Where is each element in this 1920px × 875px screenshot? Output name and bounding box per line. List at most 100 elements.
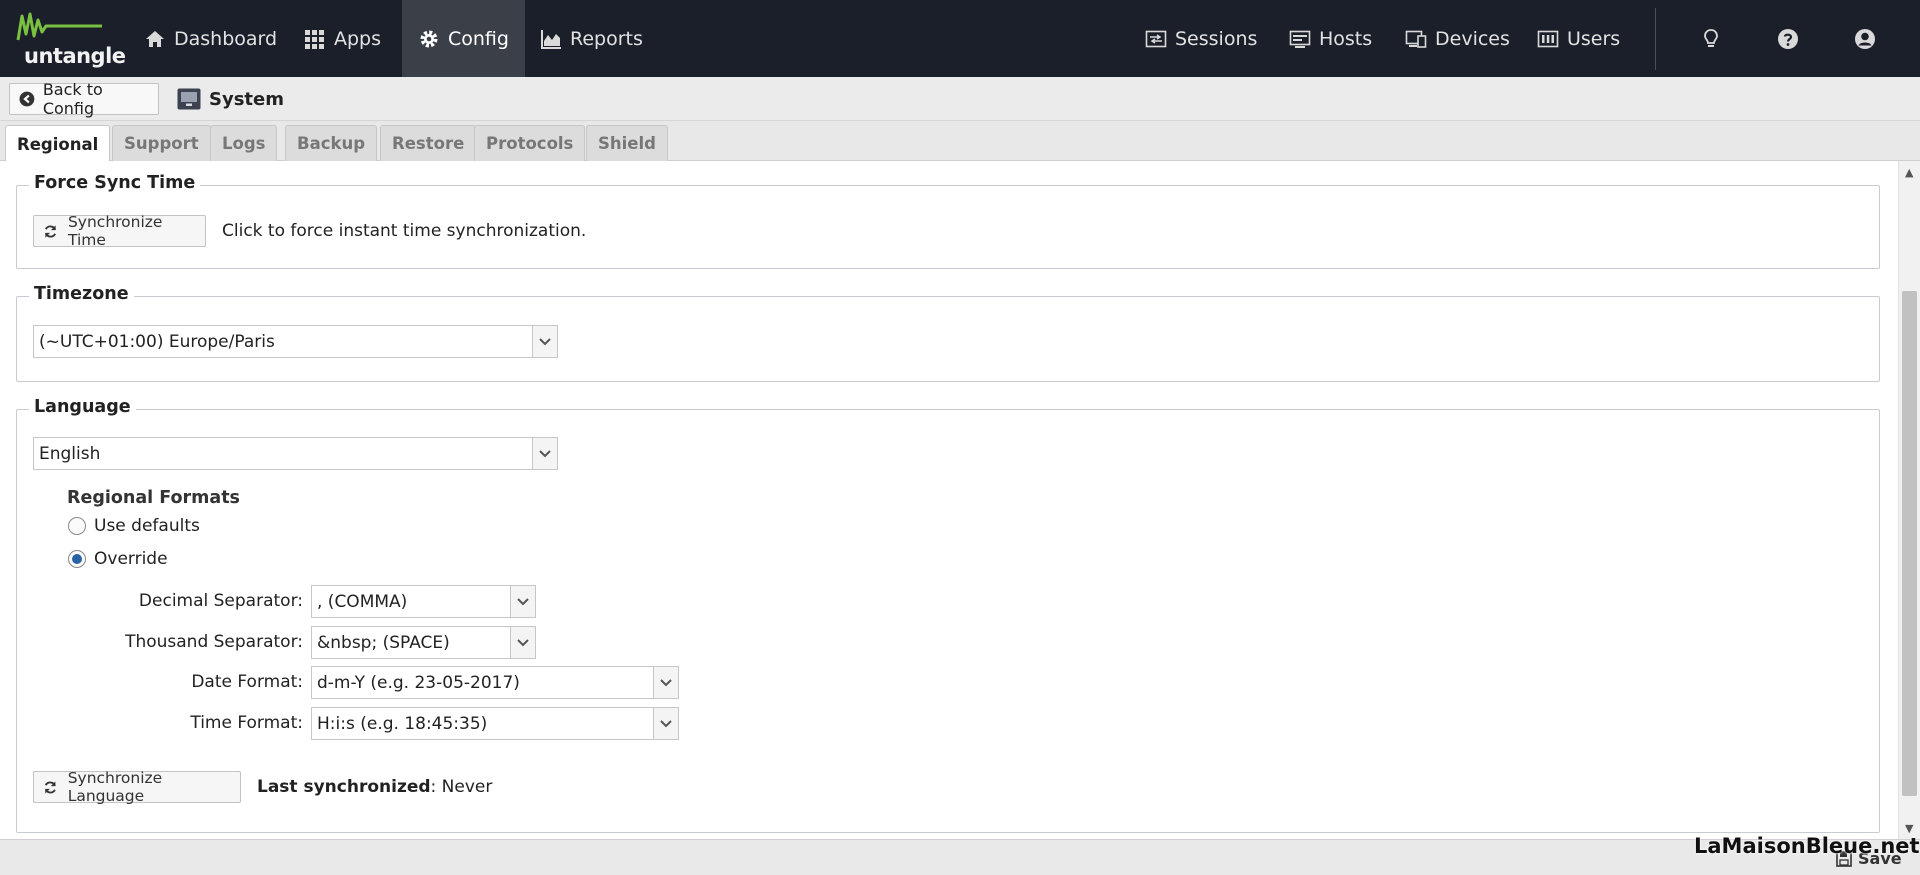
home-icon xyxy=(146,30,164,47)
back-to-config-label: Back to Config xyxy=(42,80,103,118)
last-synchronized-status: Last synchronized: Never xyxy=(257,777,492,797)
page-title-group: System xyxy=(177,86,284,112)
regional-settings-panel: Force Sync Time Synchronize Time Click t… xyxy=(0,161,1898,839)
language-section: Language English Regional Formats Use de… xyxy=(16,397,1880,833)
nav-dashboard[interactable]: Dashboard xyxy=(142,0,279,77)
chevron-down-icon[interactable] xyxy=(532,438,557,469)
force-sync-time-legend: Force Sync Time xyxy=(29,173,201,193)
language-select[interactable]: English xyxy=(33,437,558,470)
top-navigation-bar: untangle Dashboard Apps Config Reports S… xyxy=(0,0,1920,77)
nav-reports-label: Reports xyxy=(570,27,643,50)
scroll-up-arrow-icon[interactable]: ▲ xyxy=(1905,166,1913,179)
synchronize-time-label: Synchronize Time xyxy=(67,213,163,249)
nav-divider xyxy=(1655,8,1656,70)
nav-dashboard-label: Dashboard xyxy=(174,27,278,50)
decimal-separator-value: , (COMMA) xyxy=(317,591,408,612)
nav-apps[interactable]: Apps xyxy=(304,0,381,77)
nav-hosts[interactable]: Hosts xyxy=(1289,0,1372,77)
language-value: English xyxy=(39,443,101,464)
refresh-icon xyxy=(44,224,57,238)
time-format-label: Time Format: xyxy=(190,713,303,733)
nav-reports[interactable]: Reports xyxy=(540,0,643,77)
regional-formats-title: Regional Formats xyxy=(67,488,240,508)
nav-config-label: Config xyxy=(448,27,509,50)
tab-protocols[interactable]: Protocols xyxy=(474,125,586,161)
synchronize-language-label: Synchronize Language xyxy=(67,769,163,805)
tab-support[interactable]: Support xyxy=(112,125,211,161)
timezone-legend: Timezone xyxy=(29,284,134,304)
refresh-icon xyxy=(44,781,56,793)
watermark-text: LaMaisonBleue.net xyxy=(1694,834,1920,858)
synchronize-time-button[interactable]: Synchronize Time xyxy=(33,213,206,249)
tips-button[interactable] xyxy=(1700,0,1722,77)
scrollbar-thumb[interactable] xyxy=(1902,291,1917,796)
nav-sessions-label: Sessions xyxy=(1175,27,1258,50)
timezone-section: Timezone (~UTC+01:00) Europe/Paris xyxy=(16,284,1880,382)
account-button[interactable] xyxy=(1854,0,1876,77)
content-scrollbar[interactable]: ▲ ▼ xyxy=(1898,161,1920,839)
thousand-separator-value: &nbsp; (SPACE) xyxy=(317,632,450,653)
thousand-separator-label: Thousand Separator: xyxy=(125,632,303,652)
chevron-down-icon[interactable] xyxy=(653,708,678,739)
chevron-down-icon[interactable] xyxy=(532,326,557,357)
nav-devices-label: Devices xyxy=(1435,27,1510,50)
last-synchronized-value: : Never xyxy=(430,777,493,797)
help-icon xyxy=(1778,28,1798,49)
tab-restore[interactable]: Restore xyxy=(380,125,477,161)
lightbulb-icon xyxy=(1704,28,1718,47)
timezone-select[interactable]: (~UTC+01:00) Europe/Paris xyxy=(33,325,558,358)
account-icon xyxy=(1855,28,1875,49)
area-chart-icon xyxy=(541,29,561,49)
chevron-down-icon[interactable] xyxy=(510,627,535,658)
logo-text: untangle xyxy=(24,44,126,68)
force-sync-time-section: Force Sync Time Synchronize Time Click t… xyxy=(16,173,1880,269)
override-radio[interactable]: Override xyxy=(68,549,168,569)
decimal-separator-select[interactable]: , (COMMA) xyxy=(311,585,536,618)
date-format-select[interactable]: d-m-Y (e.g. 23-05-2017) xyxy=(311,666,679,699)
nav-sessions[interactable]: Sessions xyxy=(1145,0,1257,77)
chevron-down-icon[interactable] xyxy=(510,586,535,617)
nav-users[interactable]: Users xyxy=(1537,0,1620,77)
nav-devices[interactable]: Devices xyxy=(1405,0,1510,77)
language-legend: Language xyxy=(29,397,136,417)
force-sync-description: Click to force instant time synchronizat… xyxy=(222,221,587,241)
use-defaults-radio[interactable]: Use defaults xyxy=(68,516,200,536)
override-label: Override xyxy=(94,549,168,569)
time-format-value: H:i:s (e.g. 18:45:35) xyxy=(317,713,488,734)
decimal-separator-label: Decimal Separator: xyxy=(138,591,303,611)
apps-grid-icon xyxy=(305,29,324,49)
synchronize-language-button[interactable]: Synchronize Language xyxy=(33,769,241,805)
system-monitor-icon xyxy=(177,88,201,110)
back-to-config-button[interactable]: Back to Config xyxy=(9,80,159,118)
last-synchronized-label: Last synchronized xyxy=(257,777,431,797)
help-button[interactable] xyxy=(1777,0,1799,77)
radio-unchecked-icon[interactable] xyxy=(68,517,86,535)
use-defaults-label: Use defaults xyxy=(94,516,200,536)
date-format-value: d-m-Y (e.g. 23-05-2017) xyxy=(317,672,520,693)
hosts-icon xyxy=(1289,30,1311,48)
nav-users-label: Users xyxy=(1567,27,1621,50)
date-format-label: Date Format: xyxy=(191,672,303,692)
time-format-select[interactable]: H:i:s (e.g. 18:45:35) xyxy=(311,707,679,740)
arrow-left-circle-icon xyxy=(19,91,35,107)
tab-logs[interactable]: Logs xyxy=(210,125,278,161)
bottom-toolbar: Save xyxy=(0,839,1920,875)
timezone-value: (~UTC+01:00) Europe/Paris xyxy=(39,331,275,352)
nav-config[interactable]: Config xyxy=(402,0,525,77)
sessions-icon xyxy=(1145,30,1167,47)
tab-bar: Regional Support Logs Backup Restore Pro… xyxy=(0,121,1920,162)
radio-checked-icon[interactable] xyxy=(68,550,86,568)
nav-apps-label: Apps xyxy=(334,27,382,50)
tab-backup[interactable]: Backup xyxy=(285,125,378,161)
thousand-separator-select[interactable]: &nbsp; (SPACE) xyxy=(311,626,536,659)
devices-icon xyxy=(1405,30,1427,48)
tab-shield[interactable]: Shield xyxy=(586,125,668,161)
page-title: System xyxy=(209,88,284,110)
gear-icon xyxy=(420,30,438,47)
page-header: Back to Config System xyxy=(0,77,1920,121)
untangle-logo[interactable]: untangle xyxy=(16,10,126,68)
chevron-down-icon[interactable] xyxy=(653,667,678,698)
tab-regional[interactable]: Regional xyxy=(5,125,111,162)
nav-hosts-label: Hosts xyxy=(1319,27,1373,50)
users-icon xyxy=(1537,30,1559,47)
